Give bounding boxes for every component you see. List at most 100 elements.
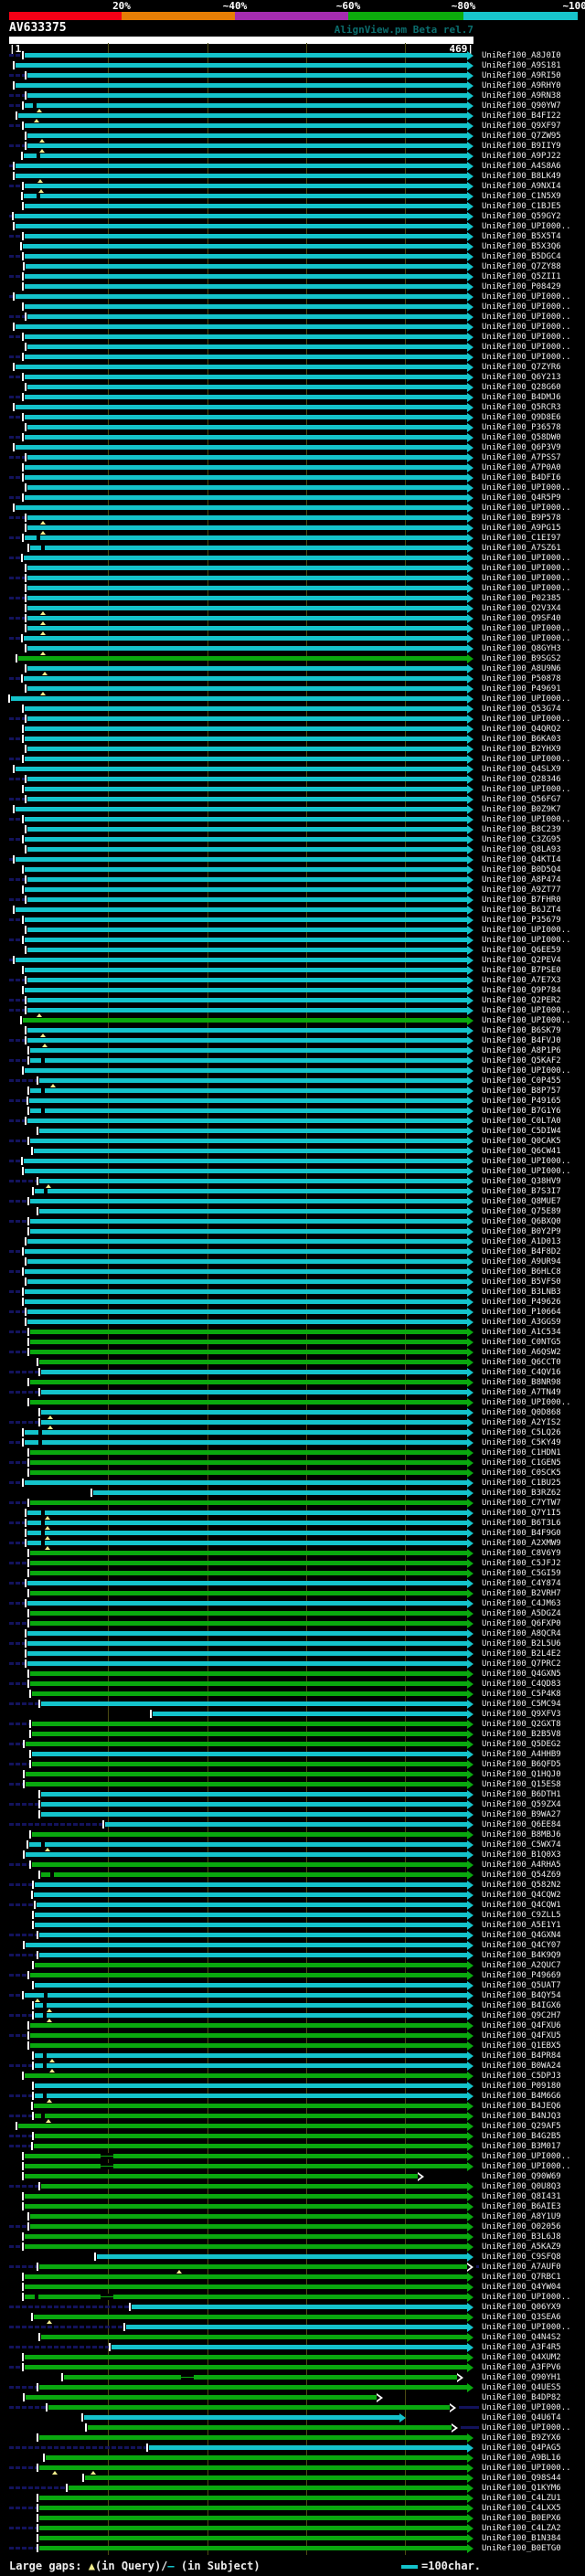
hit-bar[interactable]: [25, 355, 467, 359]
hit-label[interactable]: UniRef100_Q0CAK5: [482, 1137, 561, 1146]
hit-bar[interactable]: [32, 1732, 467, 1736]
hit-label[interactable]: UniRef100_Q29AF5: [482, 2122, 561, 2131]
hit-label[interactable]: UniRef100_B4G2B5: [482, 2132, 561, 2141]
hit-label[interactable]: UniRef100_Q58DW0: [482, 433, 561, 442]
hit-bar[interactable]: [16, 294, 467, 299]
hit-label[interactable]: UniRef100_B0EPX6: [482, 2514, 561, 2523]
hit-bar[interactable]: [30, 1108, 467, 1113]
hit-bar[interactable]: [16, 63, 467, 68]
hit-label[interactable]: UniRef100_UPI000..: [482, 2293, 571, 2302]
hit-bar[interactable]: [26, 2395, 377, 2400]
hit-label[interactable]: UniRef100_A3GGS9: [482, 1318, 561, 1327]
hit-bar[interactable]: [48, 2405, 450, 2410]
hit-label[interactable]: UniRef100_Q8MUE7: [482, 1197, 561, 1206]
hit-bar[interactable]: [30, 2224, 467, 2229]
hit-label[interactable]: UniRef100_Q4CQW1: [482, 1901, 561, 1910]
hit-bar[interactable]: [64, 2375, 457, 2380]
hit-label[interactable]: UniRef100_B5X3Q6: [482, 242, 561, 251]
hit-bar[interactable]: [41, 1410, 467, 1415]
hit-bar[interactable]: [16, 224, 467, 228]
hit-bar[interactable]: [27, 948, 467, 952]
hit-label[interactable]: UniRef100_O02056: [482, 2222, 561, 2231]
hit-label[interactable]: UniRef100_B6JZT4: [482, 906, 561, 915]
hit-bar[interactable]: [25, 726, 467, 731]
hit-bar[interactable]: [27, 616, 467, 620]
hit-bar[interactable]: [30, 1973, 467, 1977]
hit-bar[interactable]: [16, 857, 467, 862]
hit-bar[interactable]: [35, 2094, 467, 2098]
hit-label[interactable]: UniRef100_B0ETG0: [482, 2544, 561, 2553]
hit-bar[interactable]: [25, 1480, 467, 1485]
hit-bar[interactable]: [24, 556, 467, 560]
hit-bar[interactable]: [27, 797, 467, 801]
hit-bar[interactable]: [30, 1500, 467, 1505]
hit-bar[interactable]: [25, 887, 467, 892]
hit-bar[interactable]: [27, 897, 467, 902]
hit-label[interactable]: UniRef100_B9WA27: [482, 1810, 561, 1819]
hit-bar[interactable]: [41, 2335, 467, 2339]
hit-bar[interactable]: [41, 1390, 467, 1394]
hit-label[interactable]: UniRef100_C5GI59: [482, 1569, 561, 1578]
hit-bar[interactable]: [25, 2295, 467, 2299]
hit-bar[interactable]: [39, 1209, 467, 1214]
hit-label[interactable]: UniRef100_B2VRH7: [482, 1589, 561, 1598]
hit-label[interactable]: UniRef100_C3ZG95: [482, 835, 561, 844]
hit-bar[interactable]: [84, 2415, 399, 2420]
hit-bar[interactable]: [29, 1098, 467, 1103]
hit-bar[interactable]: [39, 1179, 467, 1183]
hit-label[interactable]: UniRef100_B3M017: [482, 2142, 561, 2151]
hit-bar[interactable]: [25, 53, 467, 58]
hit-label[interactable]: UniRef100_B0Y2P9: [482, 1227, 561, 1236]
hit-bar[interactable]: [25, 2164, 467, 2168]
hit-label[interactable]: UniRef100_Q6FXP0: [482, 1619, 561, 1628]
hit-bar[interactable]: [41, 1812, 467, 1817]
hit-label[interactable]: UniRef100_UPI000..: [482, 564, 571, 573]
hit-label[interactable]: UniRef100_Q9XFV3: [482, 1710, 561, 1719]
hit-bar[interactable]: [27, 666, 467, 671]
hit-bar[interactable]: [30, 1219, 467, 1224]
hit-label[interactable]: UniRef100_Q3SEA6: [482, 2313, 561, 2322]
hit-label[interactable]: UniRef100_Q90YH1: [482, 2373, 561, 2382]
hit-bar[interactable]: [37, 1903, 467, 1907]
hit-label[interactable]: UniRef100_C4LZA2: [482, 2524, 561, 2533]
hit-label[interactable]: UniRef100_UPI000..: [482, 222, 571, 231]
hit-label[interactable]: UniRef100_Q7Y1I5: [482, 1509, 561, 1518]
hit-label[interactable]: UniRef100_C4QV16: [482, 1368, 561, 1377]
hit-bar[interactable]: [41, 1792, 467, 1797]
hit-label[interactable]: UniRef100_Q582N2: [482, 1881, 561, 1890]
hit-label[interactable]: UniRef100_A9PG15: [482, 524, 561, 533]
hit-label[interactable]: UniRef100_C5MC94: [482, 1700, 561, 1709]
hit-label[interactable]: UniRef100_P08429: [482, 282, 561, 292]
hit-bar[interactable]: [30, 1681, 467, 1686]
hit-bar[interactable]: [25, 495, 467, 500]
hit-bar[interactable]: [32, 1832, 467, 1837]
hit-bar[interactable]: [25, 2194, 467, 2199]
hit-label[interactable]: UniRef100_UPI000..: [482, 715, 571, 724]
hit-bar[interactable]: [149, 2445, 467, 2450]
hit-label[interactable]: UniRef100_Q5UAT7: [482, 1981, 561, 1990]
hit-label[interactable]: UniRef100_Q06YX9: [482, 2303, 561, 2312]
hit-bar[interactable]: [27, 485, 467, 490]
hit-label[interactable]: UniRef100_A7E7X3: [482, 976, 561, 985]
hit-label[interactable]: UniRef100_A5KAZ9: [482, 2242, 561, 2252]
hit-label[interactable]: UniRef100_B7PSE0: [482, 966, 561, 975]
hit-label[interactable]: UniRef100_B6T3L6: [482, 1519, 561, 1528]
hit-label[interactable]: UniRef100_Q90W69: [482, 2172, 561, 2181]
hit-bar[interactable]: [30, 1199, 467, 1203]
hit-label[interactable]: UniRef100_P36578: [482, 423, 561, 432]
hit-label[interactable]: UniRef100_B9P578: [482, 514, 561, 523]
hit-bar[interactable]: [27, 1008, 467, 1012]
hit-label[interactable]: UniRef100_B6HLC8: [482, 1267, 561, 1277]
hit-label[interactable]: UniRef100_Q6EE84: [482, 1820, 561, 1829]
hit-bar[interactable]: [25, 867, 467, 872]
hit-label[interactable]: UniRef100_B9SGS2: [482, 654, 561, 663]
hit-label[interactable]: UniRef100_Q4R5P9: [482, 493, 561, 503]
hit-bar[interactable]: [27, 1521, 467, 1525]
hit-bar[interactable]: [18, 113, 467, 118]
hit-label[interactable]: UniRef100_C5LQ26: [482, 1428, 561, 1437]
hit-label[interactable]: UniRef100_P49669: [482, 1971, 561, 1980]
hit-label[interactable]: UniRef100_C4QD83: [482, 1680, 561, 1689]
hit-bar[interactable]: [27, 1259, 467, 1264]
hit-bar[interactable]: [26, 1943, 467, 1947]
hit-bar[interactable]: [27, 827, 467, 832]
